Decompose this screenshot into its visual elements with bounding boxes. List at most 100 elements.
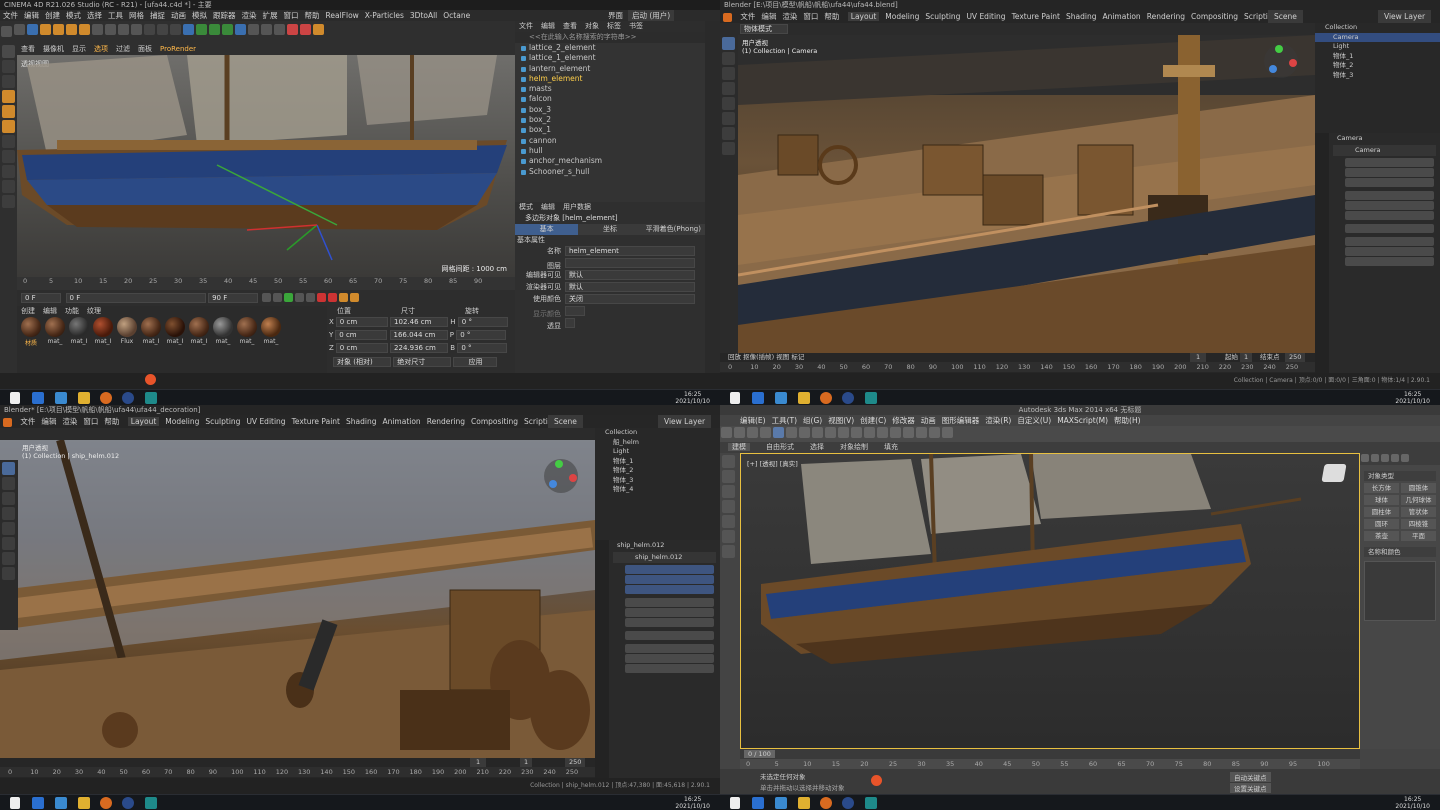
- menu-item[interactable]: 帮助(H): [1114, 416, 1141, 425]
- tool-icon[interactable]: [722, 515, 735, 528]
- c4d-icon[interactable]: [842, 797, 854, 809]
- timeline-ruler[interactable]: 0 10 20 30 40 50 60 70 80 90 100 110 120 130 140 150 160…: [0, 767, 595, 777]
- om-menu-item[interactable]: 编辑: [541, 22, 555, 30]
- scene-selector[interactable]: Scene: [1268, 10, 1303, 23]
- cube-icon[interactable]: [183, 24, 194, 35]
- prop-field[interactable]: [1345, 191, 1434, 200]
- track-bar[interactable]: 0 5 10 15 20 25 30 35 40 45 50 55 60 65 70 75 80 85 90 95 10…: [740, 759, 1360, 769]
- view-layer-selector[interactable]: View Layer: [658, 415, 712, 428]
- scale-x[interactable]: [625, 644, 714, 653]
- start-icon[interactable]: [730, 392, 740, 404]
- name-field[interactable]: helm_element: [565, 246, 695, 256]
- set-key-button[interactable]: 设置关键点: [1230, 783, 1271, 793]
- menu-item[interactable]: 自定义(U): [1017, 416, 1051, 425]
- material-swatch[interactable]: Flux: [116, 317, 138, 347]
- editor-visible-dropdown[interactable]: 默认: [565, 270, 695, 280]
- menu-item[interactable]: X-Particles: [365, 11, 404, 20]
- om-menu-item[interactable]: 对象: [585, 22, 599, 30]
- taskbar-app-icon[interactable]: [32, 392, 44, 404]
- object-row[interactable]: box_1: [515, 125, 705, 135]
- menu-item[interactable]: 编辑: [24, 11, 39, 20]
- primitive-button[interactable]: 圆锥体: [1401, 483, 1436, 493]
- pos-x[interactable]: 0 cm: [335, 317, 388, 327]
- size-z[interactable]: 224.936 cm: [390, 343, 449, 353]
- menu-item[interactable]: RealFlow: [326, 11, 359, 20]
- current-frame[interactable]: 1: [470, 758, 487, 767]
- primitive-button[interactable]: 球体: [1364, 495, 1399, 505]
- material-swatch[interactable]: mat_I: [188, 317, 210, 347]
- object-row[interactable]: cannon: [515, 136, 705, 146]
- scale-icon[interactable]: [722, 97, 735, 110]
- link-icon[interactable]: [747, 427, 758, 438]
- workspace-tab[interactable]: Shading: [346, 417, 376, 426]
- material-swatch[interactable]: mat_I: [92, 317, 114, 347]
- scale-icon[interactable]: [2, 522, 15, 535]
- tool-icon[interactable]: [722, 455, 735, 468]
- primitive-button[interactable]: 管状体: [1401, 507, 1436, 517]
- primitive-button[interactable]: 圆环: [1364, 519, 1399, 529]
- coord-icon[interactable]: [131, 24, 142, 35]
- primitive-button[interactable]: 平面: [1401, 531, 1436, 541]
- om-menu-item[interactable]: 标签: [607, 22, 621, 30]
- deformer-icon[interactable]: [235, 24, 246, 35]
- mat-menu-item[interactable]: 纹理: [87, 307, 101, 315]
- ime-icon[interactable]: [871, 775, 882, 786]
- workspace-tab[interactable]: Shading: [1066, 12, 1096, 21]
- viewcube-icon[interactable]: [1321, 464, 1347, 482]
- prop-sub-name[interactable]: Camera: [1333, 145, 1436, 156]
- render-icon[interactable]: [157, 24, 168, 35]
- prop-field[interactable]: [1345, 201, 1434, 210]
- keyframe-icon[interactable]: [338, 293, 348, 302]
- ribbon-tab[interactable]: 自由形式: [766, 443, 794, 451]
- workspace-tab[interactable]: UV Editing: [246, 417, 285, 426]
- axis-mode-icon[interactable]: [2, 135, 15, 148]
- menu-item[interactable]: 帮助: [824, 12, 839, 21]
- section-header[interactable]: 对象类型: [1364, 471, 1436, 481]
- attr-tab-phong[interactable]: 平滑着色(Phong): [641, 224, 705, 235]
- menu-item[interactable]: 跟踪器: [213, 11, 236, 20]
- transform-icon[interactable]: [79, 24, 90, 35]
- light-icon[interactable]: [274, 24, 285, 35]
- z-axis-icon[interactable]: [118, 24, 129, 35]
- workspace-tab[interactable]: Layout: [127, 417, 160, 426]
- menu-item[interactable]: 模拟: [192, 11, 207, 20]
- c4d-icon[interactable]: [122, 797, 134, 809]
- max-icon[interactable]: [865, 392, 877, 404]
- size-x[interactable]: 102.46 cm: [390, 317, 449, 327]
- view-layer-selector[interactable]: View Layer: [1378, 10, 1432, 23]
- workspace-tab[interactable]: Modeling: [165, 417, 199, 426]
- grid-icon[interactable]: [2, 195, 15, 208]
- outliner-row[interactable]: 物体_1: [595, 457, 720, 467]
- max-icon[interactable]: [145, 392, 157, 404]
- rotate-icon[interactable]: [2, 507, 15, 520]
- workspace-tab[interactable]: Texture Paint: [1012, 12, 1060, 21]
- om-menu-item[interactable]: 书签: [629, 22, 643, 30]
- coord-mode-dropdown[interactable]: 对象 (相对): [333, 357, 391, 367]
- vp-menu-item[interactable]: 查看: [21, 45, 35, 53]
- xp-emitter-icon[interactable]: [300, 24, 311, 35]
- vp-menu-item[interactable]: 过滤: [116, 45, 130, 53]
- outliner-row[interactable]: 物体_2: [595, 466, 720, 476]
- time-slider[interactable]: 0 / 100: [740, 749, 1360, 759]
- pen-icon[interactable]: [196, 24, 207, 35]
- menu-item[interactable]: 工具(T): [772, 416, 797, 425]
- unlink-icon[interactable]: [760, 427, 771, 438]
- cursor-icon[interactable]: [2, 477, 15, 490]
- menu-item[interactable]: 渲染(R): [985, 416, 1011, 425]
- c4d-icon[interactable]: [842, 392, 854, 404]
- blender-logo-icon[interactable]: [723, 12, 732, 22]
- render-visible-dropdown[interactable]: 默认: [565, 282, 695, 292]
- start-icon[interactable]: [10, 797, 20, 809]
- outliner-row[interactable]: 物体_2: [1315, 61, 1440, 71]
- workspace-tab[interactable]: Compositing: [471, 417, 518, 426]
- move-icon[interactable]: [799, 427, 810, 438]
- workspace-tab[interactable]: UV Editing: [966, 12, 1005, 21]
- layer-icon[interactable]: [890, 427, 901, 438]
- taskbar-app-icon[interactable]: [752, 392, 764, 404]
- ribbon-tab[interactable]: 建模: [728, 443, 750, 451]
- max-icon[interactable]: [865, 797, 877, 809]
- ribbon-tab[interactable]: 填充: [884, 443, 898, 451]
- menu-item[interactable]: 创建: [45, 11, 60, 20]
- select-name-icon[interactable]: [786, 427, 797, 438]
- rotation-mode[interactable]: [625, 631, 714, 640]
